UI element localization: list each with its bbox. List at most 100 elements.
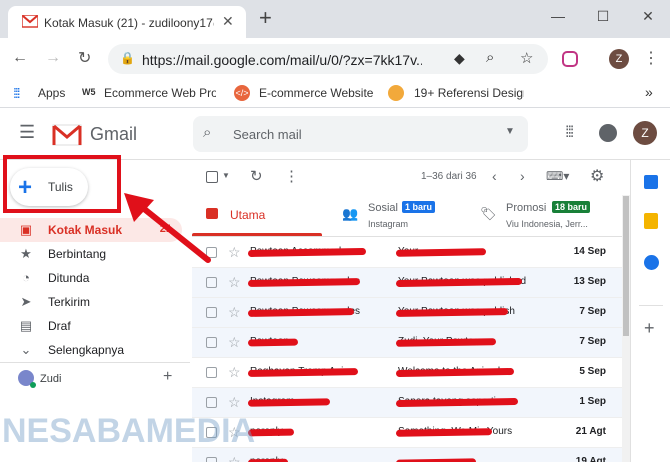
- table-row[interactable]: ☆noreply...19 Agt: [192, 448, 622, 462]
- more-actions-icon[interactable]: ⋮: [284, 167, 299, 185]
- tab-social[interactable]: 👥 Sosial 1 baru Instagram: [332, 193, 467, 237]
- bookmark-apps[interactable]: Apps: [38, 86, 65, 100]
- address-bar[interactable]: 🔒 https://mail.google.com/mail/u/0/?zx=7…: [108, 44, 548, 74]
- google-apps-icon[interactable]: ⁞⁞⁞: [565, 124, 574, 142]
- gmail-header: ☰ Gmail ⌕ Search mail ▼ ⁞⁞⁞ Z: [0, 108, 670, 160]
- star-toggle-icon[interactable]: ☆: [228, 394, 241, 411]
- lock-icon: 🔒: [120, 51, 135, 65]
- browser-menu-icon[interactable]: ⋮: [643, 48, 659, 68]
- maximize-icon[interactable]: ☐: [593, 8, 613, 25]
- tab-promotions[interactable]: 🏷 Promosi 18 baru Viu Indonesia, Jerr...: [472, 193, 622, 237]
- tasks-icon[interactable]: [644, 255, 659, 270]
- table-row[interactable]: ☆Powtoon PowcommodesYour Powtoon was pub…: [192, 268, 622, 298]
- star-toggle-icon[interactable]: ☆: [228, 364, 241, 381]
- sidebar-item-sent[interactable]: ➤ Terkirim: [0, 290, 182, 314]
- search-input[interactable]: Search mail: [233, 127, 302, 142]
- email-date: 7 Sep: [579, 306, 606, 317]
- browser-tab[interactable]: Kotak Masuk (21) - zudiloony17@ ✕: [8, 6, 246, 38]
- table-row[interactable]: ☆PowtoonZudi, Your Powtoon...7 Sep: [192, 328, 622, 358]
- table-row[interactable]: ☆Powtoon PowcommodesYour Powtoon was pub…: [192, 298, 622, 328]
- redaction-mark: [247, 458, 289, 462]
- redaction-mark: [247, 398, 331, 407]
- online-status-icon: [30, 382, 36, 388]
- bookmark-ecommerce-proj[interactable]: Ecommerce Web Proj: [104, 86, 216, 100]
- table-row[interactable]: ☆noreplySomething, Wa Mix Yours21 Agt: [192, 418, 622, 448]
- bookmark-star-icon[interactable]: ☆: [520, 49, 533, 67]
- sidebar-item-label: Berbintang: [48, 247, 107, 261]
- star-toggle-icon[interactable]: ☆: [228, 244, 241, 261]
- input-tools-icon[interactable]: ⌨▾: [546, 169, 569, 183]
- reload-icon[interactable]: ↻: [78, 48, 91, 68]
- send-icon: ➤: [20, 294, 32, 309]
- table-row[interactable]: ☆Pewtoon AccommodesYour...14 Sep: [192, 238, 622, 268]
- row-checkbox[interactable]: [206, 307, 217, 318]
- sidebar-item-label: Kotak Masuk: [48, 223, 123, 237]
- email-date: 19 Agt: [575, 456, 606, 462]
- add-addon-icon[interactable]: +: [644, 318, 655, 339]
- tab-strip: Kotak Masuk (21) - zudiloony17@ ✕ + — ☐ …: [0, 0, 670, 38]
- scrollbar-thumb[interactable]: [623, 196, 629, 336]
- select-all-checkbox[interactable]: [206, 171, 218, 183]
- redaction-mark: [247, 338, 299, 347]
- extension-icon[interactable]: ◆: [454, 50, 465, 67]
- account-avatar[interactable]: Z: [633, 121, 657, 145]
- browser-toolbar: ← → ↻ 🔒 https://mail.google.com/mail/u/0…: [0, 38, 670, 80]
- inbox-icon: ▣: [19, 222, 33, 237]
- sidebar-item-snoozed[interactable]: ◔ Ditunda: [0, 266, 182, 290]
- url-text: https://mail.google.com/mail/u/0/?zx=7kk…: [142, 52, 422, 68]
- code-favicon-icon: </>: [234, 85, 250, 101]
- sidebar-item-drafts[interactable]: ▤ Draf: [0, 314, 182, 338]
- search-icon[interactable]: ⌕: [203, 124, 211, 141]
- bookmark-referensi-design[interactable]: 19+ Referensi Design: [414, 86, 524, 100]
- tab-close-icon[interactable]: ✕: [222, 13, 234, 30]
- tab-label: Utama: [230, 208, 266, 222]
- zoom-icon[interactable]: ⌕: [486, 49, 494, 66]
- sidebar-item-more[interactable]: ⌄ Selengkapnya: [0, 338, 182, 362]
- add-contact-icon[interactable]: +: [163, 368, 172, 386]
- minimize-icon[interactable]: —: [548, 8, 568, 24]
- star-toggle-icon[interactable]: ☆: [228, 454, 241, 462]
- table-row[interactable]: ☆InstagramSapera tayang seperti...1 Sep: [192, 388, 622, 418]
- main-menu-icon[interactable]: ☰: [19, 122, 35, 143]
- new-tab-button[interactable]: +: [259, 5, 272, 31]
- calendar-icon[interactable]: [644, 175, 658, 189]
- star-toggle-icon[interactable]: ☆: [228, 334, 241, 351]
- row-checkbox[interactable]: [206, 277, 217, 288]
- category-tabs: Utama 👥 Sosial 1 baru Instagram 🏷 Promos…: [192, 193, 622, 237]
- tab-label: Promosi: [506, 202, 547, 214]
- gmail-favicon-icon: [22, 15, 38, 28]
- sidebar-item-label: Draf: [48, 319, 71, 333]
- select-dropdown-icon[interactable]: ▼: [222, 171, 230, 180]
- more-bookmarks-icon[interactable]: »: [645, 84, 653, 100]
- hangouts-user-name[interactable]: Zudi: [40, 373, 61, 385]
- instagram-extension-icon[interactable]: [562, 51, 578, 67]
- table-row[interactable]: ☆Raghavan Tramp AnimWelcome to the Anima…: [192, 358, 622, 388]
- sidebar-item-label: Selengkapnya: [48, 343, 125, 357]
- keep-icon[interactable]: [644, 213, 658, 229]
- notifications-icon[interactable]: [599, 124, 617, 142]
- next-page-icon[interactable]: ›: [520, 168, 525, 184]
- refresh-icon[interactable]: ↻: [250, 167, 263, 185]
- watermark: NESABAMEDIA: [2, 412, 256, 450]
- back-icon[interactable]: ←: [12, 49, 28, 67]
- star-toggle-icon[interactable]: ☆: [228, 274, 241, 291]
- row-checkbox[interactable]: [206, 397, 217, 408]
- bookmark-ecommerce-website[interactable]: E-commerce Website: [259, 86, 373, 100]
- gmail-logo-text: Gmail: [90, 124, 138, 144]
- row-checkbox[interactable]: [206, 457, 217, 462]
- people-icon: 👥: [342, 206, 359, 221]
- email-date: 21 Agt: [575, 426, 606, 437]
- new-badge: 1 baru: [402, 201, 436, 213]
- window-close-icon[interactable]: ✕: [638, 8, 658, 25]
- search-bar[interactable]: ⌕ Search mail ▼: [193, 116, 528, 152]
- row-checkbox[interactable]: [206, 337, 217, 348]
- star-toggle-icon[interactable]: ☆: [228, 304, 241, 321]
- forward-icon[interactable]: →: [45, 49, 61, 67]
- search-options-icon[interactable]: ▼: [505, 126, 515, 137]
- mail-list: ▼ ↻ ⋮ 1–36 dari 36 ‹ › ⌨▾ ⚙ Utama 👥 Sosi…: [192, 160, 622, 462]
- new-badge: 18 baru: [552, 201, 591, 213]
- prev-page-icon[interactable]: ‹: [492, 168, 497, 184]
- browser-profile-avatar[interactable]: Z: [609, 49, 629, 69]
- row-checkbox[interactable]: [206, 367, 217, 378]
- settings-gear-icon[interactable]: ⚙: [590, 166, 604, 186]
